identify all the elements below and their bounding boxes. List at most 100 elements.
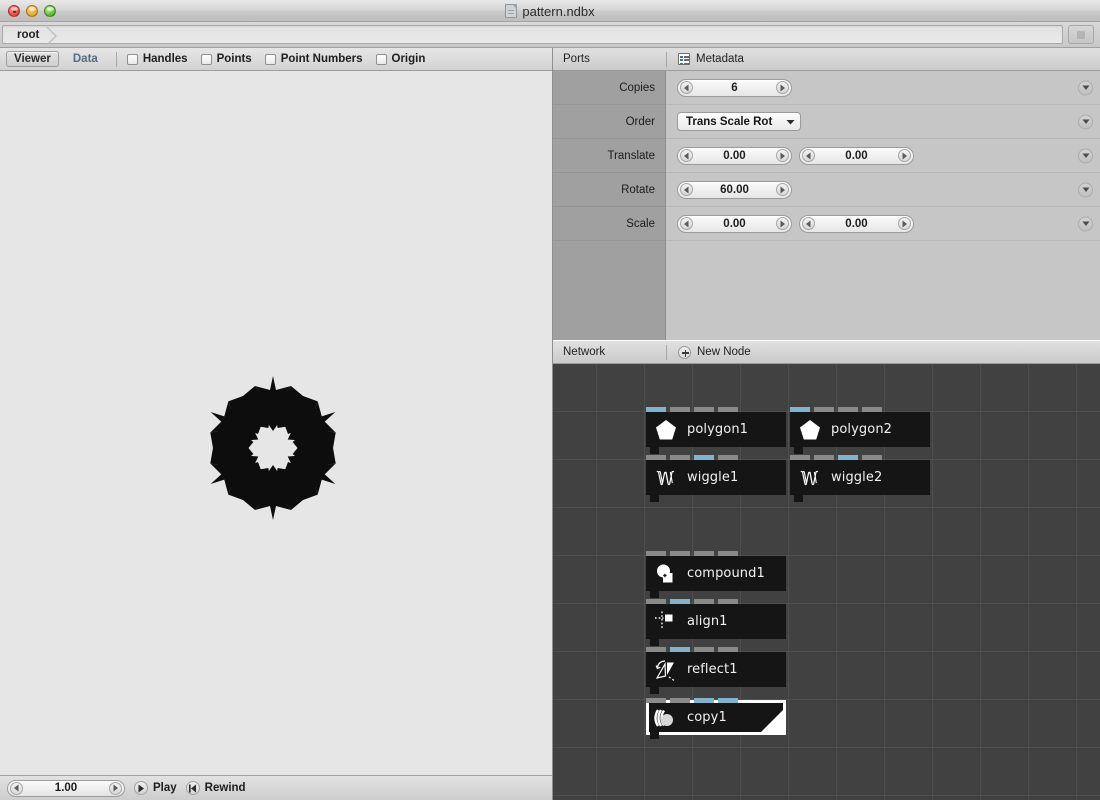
node-ports-polygon2[interactable] xyxy=(790,407,930,412)
breadcrumb-field[interactable]: root xyxy=(2,25,1063,46)
triangle-right-icon[interactable] xyxy=(109,781,122,795)
port-marker[interactable] xyxy=(670,599,690,604)
port-marker[interactable] xyxy=(718,599,738,604)
port-marker[interactable] xyxy=(670,647,690,652)
node-ports-align1[interactable] xyxy=(646,599,786,604)
port-marker[interactable] xyxy=(646,551,666,556)
scale-x-increment-icon[interactable] xyxy=(776,217,789,230)
translate-y-increment-icon[interactable] xyxy=(898,149,911,162)
port-marker[interactable] xyxy=(694,647,714,652)
node-output-port[interactable] xyxy=(650,732,659,739)
scale-x-decrement-icon[interactable] xyxy=(680,217,693,230)
port-marker[interactable] xyxy=(646,455,666,460)
option-points[interactable]: Points xyxy=(200,53,252,65)
breadcrumb-item-root[interactable]: root xyxy=(3,26,41,43)
option-handles[interactable]: Handles xyxy=(126,53,188,65)
translate-x-decrement-icon[interactable] xyxy=(680,149,693,162)
port-marker[interactable] xyxy=(694,551,714,556)
scale-y-stepper[interactable]: 0.00 xyxy=(799,214,914,233)
tab-viewer[interactable]: Viewer xyxy=(6,51,59,67)
checkbox-point-numbers[interactable] xyxy=(264,53,276,65)
scale-y-decrement-icon[interactable] xyxy=(802,217,815,230)
node-reflect1[interactable]: reflect1 xyxy=(646,647,786,694)
port-marker[interactable] xyxy=(694,407,714,412)
port-marker[interactable] xyxy=(670,698,690,703)
node-ports-reflect1[interactable] xyxy=(646,647,786,652)
node-output-port[interactable] xyxy=(794,447,803,454)
rotate-disclosure-icon[interactable] xyxy=(1078,182,1093,197)
checkbox-points[interactable] xyxy=(200,53,212,65)
port-marker[interactable] xyxy=(862,455,882,460)
node-ports-wiggle2[interactable] xyxy=(790,455,930,460)
frame-stepper[interactable]: 1.00 xyxy=(7,779,125,797)
zoom-window-button[interactable] xyxy=(44,4,56,17)
port-marker[interactable] xyxy=(862,407,882,412)
viewer-canvas[interactable] xyxy=(0,71,552,775)
tab-data[interactable]: Data xyxy=(65,51,106,67)
node-output-port[interactable] xyxy=(794,495,803,502)
rewind-button[interactable]: Rewind xyxy=(185,781,246,795)
port-marker[interactable] xyxy=(718,407,738,412)
translate-x-increment-icon[interactable] xyxy=(776,149,789,162)
port-marker[interactable] xyxy=(694,455,714,460)
node-ports-wiggle1[interactable] xyxy=(646,455,786,460)
triangle-left-icon[interactable] xyxy=(10,781,23,795)
checkbox-handles[interactable] xyxy=(126,53,138,65)
node-wiggle1[interactable]: wiggle1 xyxy=(646,455,786,502)
minimize-window-button[interactable] xyxy=(26,4,38,17)
port-marker[interactable] xyxy=(670,551,690,556)
node-output-port[interactable] xyxy=(650,495,659,502)
network-canvas[interactable]: polygon1 polygon2 wiggle1 wiggle2 compou… xyxy=(553,364,1100,800)
port-marker[interactable] xyxy=(646,407,666,412)
port-marker[interactable] xyxy=(814,407,834,412)
rotate-increment-icon[interactable] xyxy=(776,183,789,196)
port-marker[interactable] xyxy=(718,698,738,703)
port-marker[interactable] xyxy=(646,599,666,604)
port-marker[interactable] xyxy=(670,407,690,412)
order-dropdown[interactable]: Trans Scale Rot xyxy=(677,112,801,131)
node-polygon1[interactable]: polygon1 xyxy=(646,407,786,454)
node-align1[interactable]: align1 xyxy=(646,599,786,646)
rotate-stepper[interactable]: 60.00 xyxy=(677,180,792,199)
translate-y-decrement-icon[interactable] xyxy=(802,149,815,162)
port-marker[interactable] xyxy=(646,647,666,652)
copies-decrement-icon[interactable] xyxy=(680,81,693,94)
play-button[interactable]: Play xyxy=(134,781,177,795)
port-marker[interactable] xyxy=(790,407,810,412)
port-marker[interactable] xyxy=(838,407,858,412)
new-node-button[interactable]: New Node xyxy=(667,345,751,359)
translate-y-stepper[interactable]: 0.00 xyxy=(799,146,914,165)
translate-x-stepper[interactable]: 0.00 xyxy=(677,146,792,165)
node-output-port[interactable] xyxy=(650,687,659,694)
port-marker[interactable] xyxy=(694,599,714,604)
close-window-button[interactable] xyxy=(8,4,20,17)
node-copy1[interactable]: copy1 xyxy=(646,698,786,739)
scale-disclosure-icon[interactable] xyxy=(1078,216,1093,231)
scale-y-increment-icon[interactable] xyxy=(898,217,911,230)
checkbox-origin[interactable] xyxy=(375,53,387,65)
node-output-port[interactable] xyxy=(650,591,659,598)
rotate-decrement-icon[interactable] xyxy=(680,183,693,196)
port-marker[interactable] xyxy=(790,455,810,460)
node-ports-compound1[interactable] xyxy=(646,551,786,556)
order-disclosure-icon[interactable] xyxy=(1078,114,1093,129)
metadata-button[interactable]: Metadata xyxy=(667,53,744,65)
node-output-port[interactable] xyxy=(650,447,659,454)
stop-button[interactable] xyxy=(1068,25,1094,44)
translate-disclosure-icon[interactable] xyxy=(1078,148,1093,163)
node-compound1[interactable]: compound1 xyxy=(646,551,786,598)
port-marker[interactable] xyxy=(694,698,714,703)
node-ports-polygon1[interactable] xyxy=(646,407,786,412)
option-point-numbers[interactable]: Point Numbers xyxy=(264,53,363,65)
node-output-port[interactable] xyxy=(650,639,659,646)
scale-x-stepper[interactable]: 0.00 xyxy=(677,214,792,233)
node-ports-copy1[interactable] xyxy=(646,698,786,703)
port-marker[interactable] xyxy=(718,455,738,460)
node-wiggle2[interactable]: wiggle2 xyxy=(790,455,930,502)
port-marker[interactable] xyxy=(718,647,738,652)
port-marker[interactable] xyxy=(670,455,690,460)
port-marker[interactable] xyxy=(646,698,666,703)
copies-increment-icon[interactable] xyxy=(776,81,789,94)
copies-disclosure-icon[interactable] xyxy=(1078,80,1093,95)
port-marker[interactable] xyxy=(814,455,834,460)
